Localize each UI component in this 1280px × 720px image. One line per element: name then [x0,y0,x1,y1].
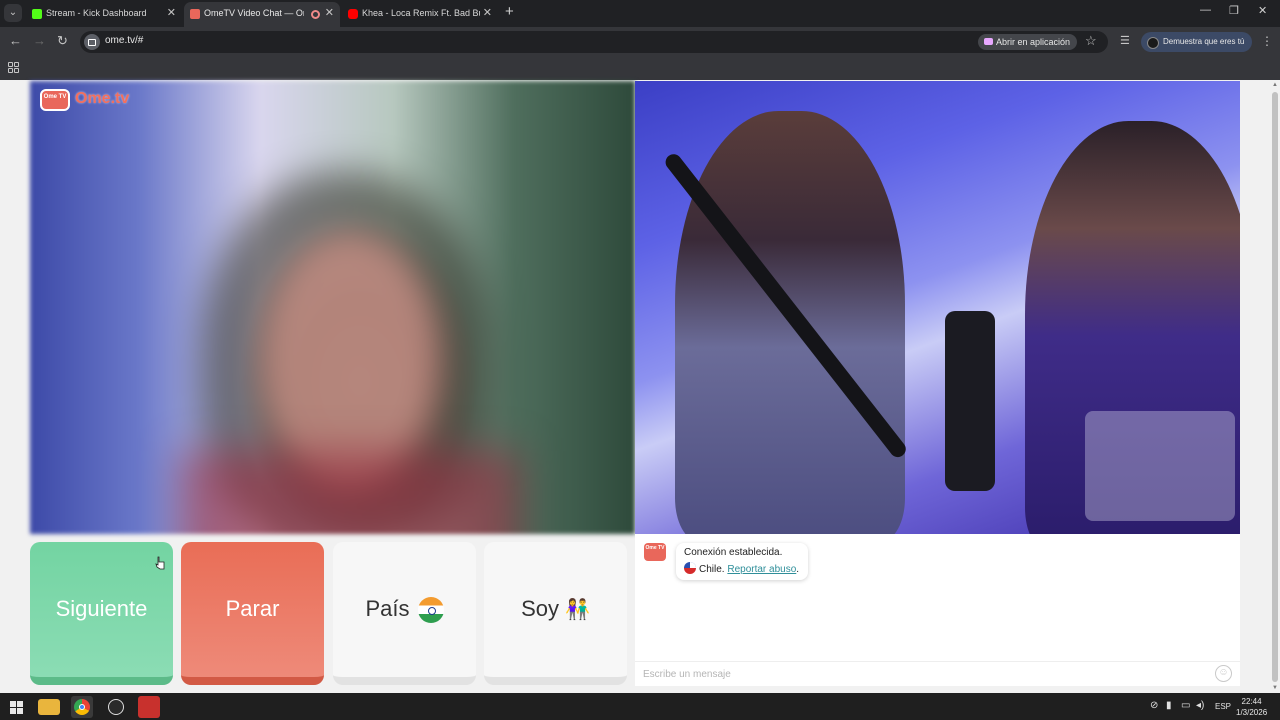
country-button[interactable]: País [333,542,476,685]
chrome-taskbar-icon[interactable] [71,696,93,718]
message-input[interactable] [635,661,1240,686]
tray-window-icon[interactable]: ▭ [1181,700,1190,711]
minimize-icon[interactable]: — [1200,4,1211,16]
tab-kick-dashboard[interactable]: Stream - Kick Dashboard ✕ [26,2,182,27]
tab-label: OmeTV Video Chat — Ome [204,8,304,18]
microphone-tray-icon[interactable]: ▮ [1166,700,1172,711]
browser-toolbar: ← → ↻ ome.tv/# Abrir en aplicación ☆ ☰ D… [0,27,1280,57]
close-tab-icon[interactable]: ✕ [325,2,334,25]
stop-button-label: Parar [225,596,280,621]
chat-ometv-icon: Ome TV [644,543,666,561]
page-scrollbar[interactable]: ▲ ▼ [1270,80,1280,693]
tab-search-button[interactable]: ⌄ [4,4,22,22]
reload-icon[interactable]: ↻ [57,33,68,49]
windows-taskbar: ⊘ ▮ ▭ ◂) ESP 22:44 1/3/2026 [0,693,1280,720]
menu-dots-icon[interactable]: ⋮ [1261,34,1273,48]
tab-label: Stream - Kick Dashboard [46,8,147,18]
language-indicator[interactable]: ESP [1215,702,1231,711]
media-controls-icon[interactable]: ☰ [1120,34,1130,47]
ometv-logo-text: Ome.tv [75,90,130,107]
next-button[interactable]: Siguiente [30,542,173,685]
stranger-country: Chile. Reportar abuso. [684,562,799,575]
country-button-label: País [365,596,410,621]
own-camera-video [635,81,1240,534]
restore-icon[interactable]: ❐ [1229,4,1239,17]
close-tab-icon[interactable]: ✕ [483,2,492,25]
chile-flag-icon [684,562,696,574]
hand-cursor-icon [155,556,165,570]
back-icon[interactable]: ← [9,33,22,48]
country-name: Chile. [699,564,725,575]
report-suffix: . [796,564,800,575]
kick-favicon-icon [32,9,42,19]
next-button-label: Siguiente [55,596,148,621]
gender-button-label: Soy [521,596,559,621]
profile-chip[interactable]: Demuestra que eres tú [1141,32,1253,52]
gender-button[interactable]: Soy 👫 [484,542,627,685]
tab-ometv[interactable]: OmeTV Video Chat — Ome ✕ [184,2,340,27]
close-tab-icon[interactable]: ✕ [167,2,176,25]
system-message: Conexión establecida. Chile. Reportar ab… [676,543,808,580]
clock-date: 1/3/2026 [1236,708,1268,717]
clock-time: 22:44 [1241,697,1262,706]
connection-status: Conexión establecida. [684,547,783,558]
stranger-video [30,81,635,534]
scroll-up-icon[interactable]: ▲ [1272,82,1278,88]
scroll-down-icon[interactable]: ▼ [1272,685,1278,691]
obs-icon[interactable] [105,696,127,718]
new-tab-button[interactable]: + [505,3,514,20]
clock[interactable]: 22:44 1/3/2026 [1236,696,1267,718]
report-abuse-link[interactable]: Reportar abuso [727,564,796,575]
address-bar[interactable]: ome.tv/# Abrir en aplicación ☆ [80,31,1108,53]
microphone [945,311,995,491]
apps-grid-icon[interactable] [8,62,19,73]
ometv-logo-icon: Ome TV [40,89,70,111]
youtube-favicon-icon [348,9,358,19]
tab-label: Khea - Loca Remix Ft. Bad Bunny [362,8,480,18]
voicemeeter-icon[interactable] [138,696,160,718]
jersey-print [1085,411,1235,521]
url-text[interactable]: ome.tv/# [105,35,143,46]
blurred-shirt [180,451,520,534]
volume-icon[interactable]: ◂) [1196,700,1204,711]
site-info-icon[interactable] [84,34,100,50]
browser-tab-strip: ⌄ Stream - Kick Dashboard ✕ OmeTV Video … [0,0,1280,27]
tab-youtube-khea[interactable]: Khea - Loca Remix Ft. Bad Bunny ✕ [342,2,498,27]
open-in-app-button[interactable]: Abrir en aplicación [978,34,1078,50]
network-shield-icon[interactable]: ⊘ [1150,700,1158,711]
windows-start-icon[interactable] [5,696,27,718]
recording-icon [311,10,320,19]
stop-button[interactable]: Parar [181,542,324,685]
ometv-favicon-icon [190,9,200,19]
india-flag-icon [417,597,444,624]
scrollbar-thumb[interactable] [1272,92,1278,682]
bookmark-star-icon[interactable]: ☆ [1085,33,1097,49]
close-window-icon[interactable]: ✕ [1258,4,1267,17]
file-explorer-icon[interactable] [38,699,60,715]
bookmarks-bar [0,57,1280,80]
forward-icon[interactable]: → [33,33,46,48]
couple-icon: 👫 [565,599,590,622]
emoji-icon[interactable]: ☺ [1215,665,1232,682]
